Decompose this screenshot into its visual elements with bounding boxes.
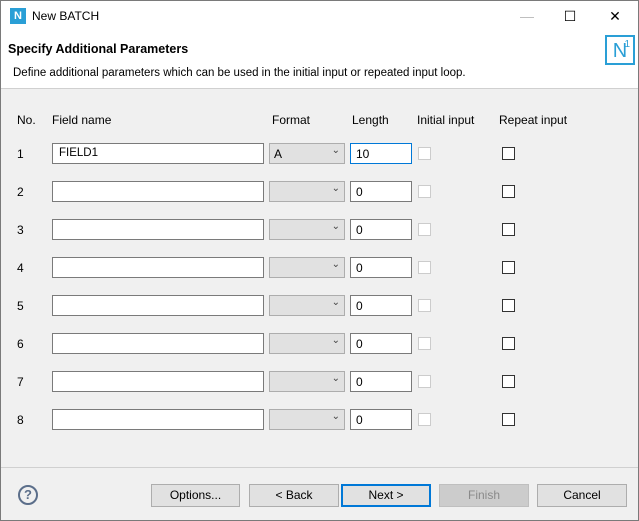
- initial-input-checkbox: [418, 337, 431, 350]
- chevron-down-icon: ⌄: [331, 183, 340, 194]
- parameter-row: 5 ⌄ 0: [1, 295, 638, 317]
- length-input[interactable]: 0: [350, 181, 412, 202]
- initial-input-checkbox: [418, 185, 431, 198]
- dialog-window: N New BATCH — ☐ ✕ Specify Additional Par…: [0, 0, 639, 521]
- repeat-input-checkbox[interactable]: [502, 261, 515, 274]
- field-name-input[interactable]: [52, 181, 264, 202]
- parameter-row: 2 ⌄ 0: [1, 181, 638, 203]
- row-number: 2: [17, 185, 24, 199]
- format-select[interactable]: ⌄: [269, 219, 345, 240]
- repeat-input-checkbox[interactable]: [502, 375, 515, 388]
- n1-logo: N1: [605, 35, 635, 65]
- next-button[interactable]: Next >: [341, 484, 431, 507]
- format-select[interactable]: ⌄: [269, 257, 345, 278]
- minimize-button[interactable]: —: [504, 1, 550, 31]
- col-format: Format: [272, 113, 311, 127]
- parameter-row: 1 FIELD1 A ⌄ 10: [1, 143, 638, 165]
- length-input[interactable]: 0: [350, 371, 412, 392]
- length-input[interactable]: 0: [350, 257, 412, 278]
- field-name-input[interactable]: FIELD1: [52, 143, 264, 164]
- page-description: Define additional parameters which can b…: [13, 67, 466, 79]
- row-number: 4: [17, 261, 24, 275]
- title-bar: N New BATCH — ☐ ✕: [1, 1, 638, 31]
- parameter-row: 4 ⌄ 0: [1, 257, 638, 279]
- initial-input-checkbox: [418, 413, 431, 426]
- repeat-input-checkbox[interactable]: [502, 413, 515, 426]
- length-input[interactable]: 0: [350, 409, 412, 430]
- row-number: 6: [17, 337, 24, 351]
- parameter-row: 6 ⌄ 0: [1, 333, 638, 355]
- field-name-input[interactable]: [52, 409, 264, 430]
- length-input[interactable]: 0: [350, 333, 412, 354]
- help-icon[interactable]: ?: [18, 485, 38, 505]
- row-number: 5: [17, 299, 24, 313]
- field-name-input[interactable]: [52, 333, 264, 354]
- repeat-input-checkbox[interactable]: [502, 337, 515, 350]
- repeat-input-checkbox[interactable]: [502, 185, 515, 198]
- chevron-down-icon: ⌄: [331, 411, 340, 422]
- cancel-button[interactable]: Cancel: [537, 484, 627, 507]
- window-title: New BATCH: [32, 9, 100, 23]
- chevron-down-icon: ⌄: [331, 297, 340, 308]
- col-length: Length: [352, 113, 389, 127]
- format-select[interactable]: ⌄: [269, 295, 345, 316]
- length-input[interactable]: 0: [350, 295, 412, 316]
- row-number: 1: [17, 147, 24, 161]
- chevron-down-icon: ⌄: [331, 221, 340, 232]
- repeat-input-checkbox[interactable]: [502, 299, 515, 312]
- close-button[interactable]: ✕: [592, 1, 638, 31]
- chevron-down-icon: ⌄: [331, 335, 340, 346]
- chevron-down-icon: ⌄: [331, 373, 340, 384]
- initial-input-checkbox: [418, 223, 431, 236]
- length-input[interactable]: 10: [350, 143, 412, 164]
- field-name-input[interactable]: [52, 219, 264, 240]
- finish-button: Finish: [439, 484, 529, 507]
- col-no: No.: [17, 113, 36, 127]
- initial-input-checkbox: [418, 147, 431, 160]
- repeat-input-checkbox[interactable]: [502, 223, 515, 236]
- wizard-header: Specify Additional Parameters Define add…: [1, 31, 638, 89]
- page-title: Specify Additional Parameters: [8, 42, 189, 56]
- initial-input-checkbox: [418, 261, 431, 274]
- format-select[interactable]: ⌄: [269, 371, 345, 392]
- parameter-row: 3 ⌄ 0: [1, 219, 638, 241]
- back-button[interactable]: < Back: [249, 484, 339, 507]
- format-select[interactable]: ⌄: [269, 333, 345, 354]
- maximize-button[interactable]: ☐: [547, 1, 593, 31]
- repeat-input-checkbox[interactable]: [502, 147, 515, 160]
- chevron-down-icon: ⌄: [331, 259, 340, 270]
- format-select[interactable]: ⌄: [269, 409, 345, 430]
- col-initial-input: Initial input: [417, 113, 475, 127]
- app-icon: N: [10, 8, 26, 24]
- initial-input-checkbox: [418, 299, 431, 312]
- chevron-down-icon: ⌄: [331, 145, 340, 156]
- format-select[interactable]: A ⌄: [269, 143, 345, 164]
- row-number: 7: [17, 375, 24, 389]
- parameter-row: 8 ⌄ 0: [1, 409, 638, 431]
- options-button[interactable]: Options...: [151, 484, 240, 507]
- initial-input-checkbox: [418, 375, 431, 388]
- col-repeat-input: Repeat input: [499, 113, 568, 127]
- col-field-name: Field name: [52, 113, 112, 127]
- row-number: 3: [17, 223, 24, 237]
- row-number: 8: [17, 413, 24, 427]
- format-select[interactable]: ⌄: [269, 181, 345, 202]
- length-input[interactable]: 0: [350, 219, 412, 240]
- field-name-input[interactable]: [52, 295, 264, 316]
- field-name-input[interactable]: [52, 371, 264, 392]
- field-name-input[interactable]: [52, 257, 264, 278]
- parameter-row: 7 ⌄ 0: [1, 371, 638, 393]
- footer-separator: [1, 467, 638, 468]
